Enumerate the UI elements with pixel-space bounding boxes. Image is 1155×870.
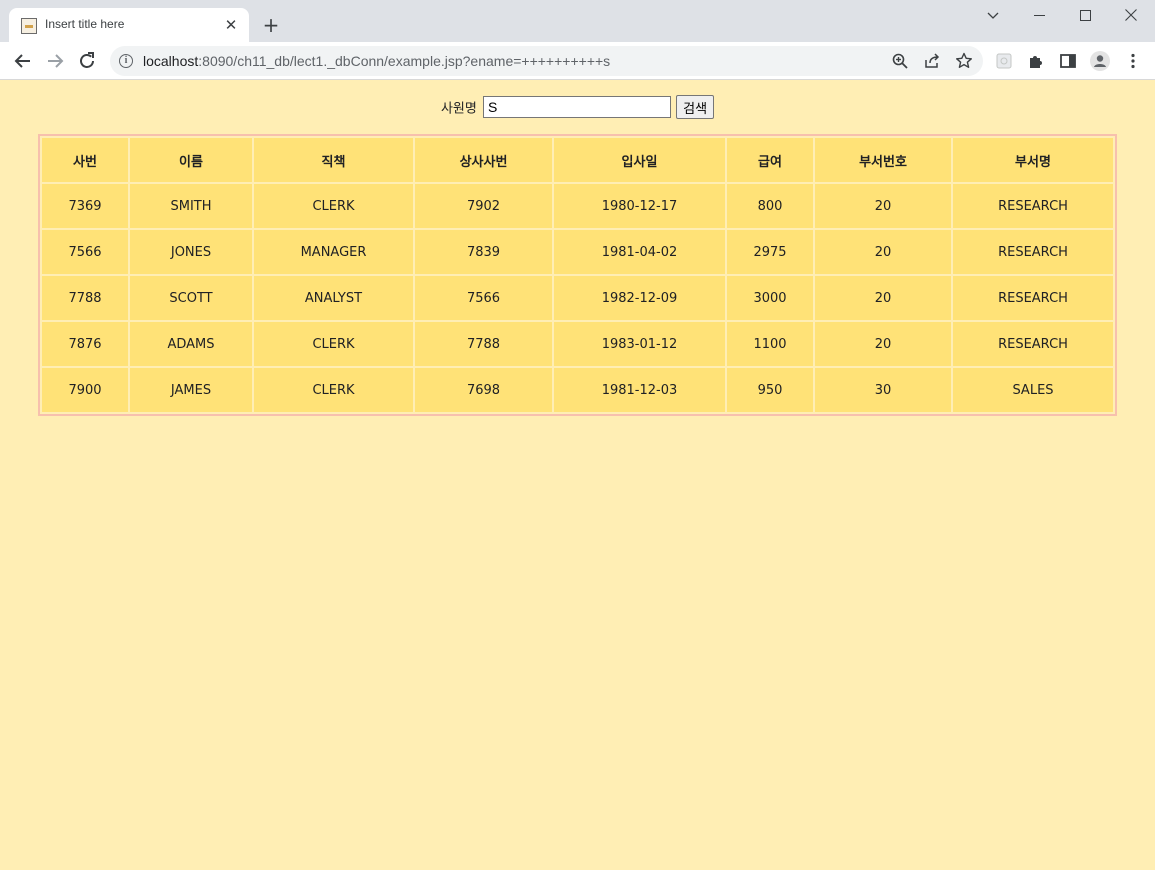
cell-sal: 800 <box>727 184 813 228</box>
cell-dname: RESEARCH <box>953 322 1113 366</box>
table-row: 7566 JONES MANAGER 7839 1981-04-02 2975 … <box>42 230 1113 274</box>
header-dname: 부서명 <box>953 138 1113 182</box>
cell-mgr: 7566 <box>415 276 552 320</box>
cell-job: ANALYST <box>254 276 413 320</box>
search-form: 사원명 검색 <box>0 95 1155 119</box>
cell-job: CLERK <box>254 322 413 366</box>
page-viewport: 사원명 검색 사번 이름 직책 상사사번 입사일 급여 부서번호 부서명 736… <box>0 80 1155 870</box>
cell-ename: SMITH <box>130 184 252 228</box>
cell-dname: SALES <box>953 368 1113 412</box>
tab-strip: Insert title here ✕ + <box>0 0 1155 42</box>
header-ename: 이름 <box>130 138 252 182</box>
cell-deptno: 20 <box>815 322 951 366</box>
cell-sal: 3000 <box>727 276 813 320</box>
cell-mgr: 7788 <box>415 322 552 366</box>
cell-sal: 1100 <box>727 322 813 366</box>
search-button[interactable]: 검색 <box>676 95 715 119</box>
cell-dname: RESEARCH <box>953 276 1113 320</box>
cell-ename: SCOTT <box>130 276 252 320</box>
header-empno: 사번 <box>42 138 128 182</box>
cell-deptno: 20 <box>815 276 951 320</box>
share-icon[interactable] <box>923 52 941 70</box>
search-label: 사원명 <box>440 101 477 117</box>
page-favicon-icon <box>21 18 37 34</box>
tab-search-chevron-icon[interactable] <box>970 0 1016 32</box>
bookmark-star-icon[interactable] <box>955 52 973 70</box>
cell-deptno: 20 <box>815 230 951 274</box>
site-info-icon[interactable]: i <box>119 54 133 68</box>
cell-deptno: 30 <box>815 368 951 412</box>
header-sal: 급여 <box>727 138 813 182</box>
table-header-row: 사번 이름 직책 상사사번 입사일 급여 부서번호 부서명 <box>42 138 1113 182</box>
side-panel-icon[interactable] <box>1059 52 1077 70</box>
browser-tab[interactable]: Insert title here ✕ <box>9 8 249 42</box>
cell-job: CLERK <box>254 184 413 228</box>
cell-empno: 7788 <box>42 276 128 320</box>
cell-mgr: 7902 <box>415 184 552 228</box>
cell-empno: 7876 <box>42 322 128 366</box>
cell-empno: 7566 <box>42 230 128 274</box>
cell-ename: JAMES <box>130 368 252 412</box>
header-deptno: 부서번호 <box>815 138 951 182</box>
forward-arrow-icon[interactable] <box>43 49 67 73</box>
cell-mgr: 7698 <box>415 368 552 412</box>
browser-toolbar: i localhost:8090/ch11_db/lect1._dbConn/e… <box>0 42 1155 80</box>
reload-icon[interactable] <box>75 49 99 73</box>
cell-hiredate: 1981-12-03 <box>554 368 725 412</box>
cell-sal: 950 <box>727 368 813 412</box>
new-tab-icon[interactable]: + <box>259 14 283 38</box>
cell-empno: 7369 <box>42 184 128 228</box>
cell-hiredate: 1982-12-09 <box>554 276 725 320</box>
cell-empno: 7900 <box>42 368 128 412</box>
table-row: 7788 SCOTT ANALYST 7566 1982-12-09 3000 … <box>42 276 1113 320</box>
close-window-icon[interactable] <box>1108 0 1154 32</box>
cell-dname: RESEARCH <box>953 230 1113 274</box>
table-row: 7876 ADAMS CLERK 7788 1983-01-12 1100 20… <box>42 322 1113 366</box>
maximize-icon[interactable] <box>1062 0 1108 32</box>
extension-placeholder-icon[interactable] <box>995 52 1013 70</box>
back-arrow-icon[interactable] <box>11 49 35 73</box>
employee-table: 사번 이름 직책 상사사번 입사일 급여 부서번호 부서명 7369 SMITH… <box>38 134 1117 416</box>
table-row: 7369 SMITH CLERK 7902 1980-12-17 800 20 … <box>42 184 1113 228</box>
header-hiredate: 입사일 <box>554 138 725 182</box>
extensions-puzzle-icon[interactable] <box>1027 52 1045 70</box>
kebab-menu-icon[interactable] <box>1124 52 1142 70</box>
cell-job: CLERK <box>254 368 413 412</box>
header-job: 직책 <box>254 138 413 182</box>
table-row: 7900 JAMES CLERK 7698 1981-12-03 950 30 … <box>42 368 1113 412</box>
cell-dname: RESEARCH <box>953 184 1113 228</box>
tab-title: Insert title here <box>45 17 125 31</box>
minimize-icon[interactable] <box>1016 0 1062 32</box>
address-bar[interactable]: i localhost:8090/ch11_db/lect1._dbConn/e… <box>110 46 983 76</box>
url-text[interactable]: localhost:8090/ch11_db/lect1._dbConn/exa… <box>143 53 610 69</box>
cell-hiredate: 1980-12-17 <box>554 184 725 228</box>
zoom-icon[interactable] <box>891 52 909 70</box>
cell-job: MANAGER <box>254 230 413 274</box>
cell-sal: 2975 <box>727 230 813 274</box>
profile-avatar-icon[interactable] <box>1090 51 1110 71</box>
cell-ename: ADAMS <box>130 322 252 366</box>
header-mgr: 상사사번 <box>415 138 552 182</box>
tab-close-icon[interactable]: ✕ <box>221 15 241 35</box>
cell-deptno: 20 <box>815 184 951 228</box>
cell-hiredate: 1981-04-02 <box>554 230 725 274</box>
cell-hiredate: 1983-01-12 <box>554 322 725 366</box>
cell-ename: JONES <box>130 230 252 274</box>
cell-mgr: 7839 <box>415 230 552 274</box>
employee-name-input[interactable] <box>482 96 671 118</box>
